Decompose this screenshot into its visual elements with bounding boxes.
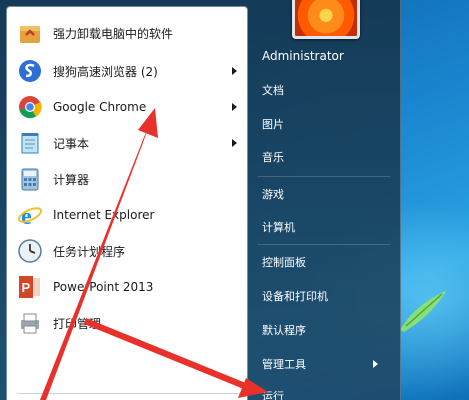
program-item-task-scheduler[interactable]: 任务计划程序 — [11, 233, 243, 269]
right-item-admin-tools[interactable]: 管理工具 — [254, 350, 394, 378]
programs-separator — [17, 393, 241, 394]
uninstall-box-icon — [15, 18, 45, 48]
right-item-label: 游戏 — [262, 188, 284, 201]
right-item-computer[interactable]: 计算机 — [254, 213, 394, 241]
user-picture-flower-icon[interactable] — [292, 0, 360, 39]
right-item-label: 文档 — [262, 84, 284, 97]
right-item-label: 控制面板 — [262, 256, 306, 269]
internet-explorer-icon: e — [15, 200, 45, 230]
right-item-label: 计算机 — [262, 221, 295, 234]
program-item-powerpoint[interactable]: P PowerPoint 2013 — [11, 269, 243, 305]
program-item-sogou-browser[interactable]: 搜狗高速浏览器 (2) — [11, 53, 243, 89]
right-item-devices-printers[interactable]: 设备和打印机 — [254, 282, 394, 310]
right-pane-divider — [258, 244, 390, 245]
chrome-icon — [15, 92, 45, 122]
right-item-label: 运行 — [262, 390, 284, 400]
right-item-label: 图片 — [262, 118, 284, 131]
program-label: 强力卸载电脑中的软件 — [53, 26, 174, 41]
right-item-run[interactable]: 运行 — [254, 382, 394, 400]
wallpaper-leaf-icon — [400, 290, 447, 332]
program-label: 任务计划程序 — [53, 244, 126, 259]
program-item-internet-explorer[interactable]: e Internet Explorer — [11, 197, 243, 233]
programs-pane: 强力卸载电脑中的软件 搜狗高速浏览器 (2) Google Chrome 记事本… — [6, 6, 248, 400]
right-item-pictures[interactable]: 图片 — [254, 110, 394, 138]
powerpoint-icon: P — [15, 272, 45, 302]
right-item-default-programs[interactable]: 默认程序 — [254, 316, 394, 344]
submenu-arrow-icon — [232, 103, 237, 111]
right-item-music[interactable]: 音乐 — [254, 143, 394, 171]
program-label: PowerPoint 2013 — [53, 280, 154, 294]
submenu-arrow-icon — [373, 360, 378, 368]
user-name-label: Administrator — [262, 49, 344, 63]
right-item-administrator[interactable]: Administrator — [254, 42, 394, 70]
start-menu: 强力卸载电脑中的软件 搜狗高速浏览器 (2) Google Chrome 记事本… — [0, 0, 401, 400]
right-item-label: 设备和打印机 — [262, 290, 328, 303]
program-label: 打印管理 — [53, 316, 102, 331]
notepad-icon — [15, 128, 45, 158]
sogou-browser-icon — [15, 56, 45, 86]
program-item-calculator[interactable]: 计算器 — [11, 161, 243, 197]
right-item-label: 音乐 — [262, 151, 284, 164]
program-item-print-management[interactable]: 打印管理 — [11, 305, 243, 341]
task-scheduler-icon — [15, 236, 45, 266]
svg-text:e: e — [21, 204, 32, 228]
program-label: 记事本 — [53, 136, 90, 151]
program-label: 计算器 — [53, 172, 90, 187]
program-label: Google Chrome — [53, 100, 147, 114]
submenu-arrow-icon — [232, 67, 237, 75]
program-item-google-chrome[interactable]: Google Chrome — [11, 89, 243, 125]
program-label: 搜狗高速浏览器 (2) — [53, 64, 158, 79]
calculator-icon — [15, 164, 45, 194]
right-pane-divider — [258, 176, 390, 177]
program-item-notepad[interactable]: 记事本 — [11, 125, 243, 161]
right-item-documents[interactable]: 文档 — [254, 76, 394, 104]
right-item-control-panel[interactable]: 控制面板 — [254, 248, 394, 276]
right-item-label: 默认程序 — [262, 324, 306, 337]
right-item-games[interactable]: 游戏 — [254, 180, 394, 208]
program-item-uninstall[interactable]: 强力卸载电脑中的软件 — [11, 15, 243, 51]
submenu-arrow-icon — [232, 139, 237, 147]
print-management-icon — [15, 308, 45, 338]
right-item-label: 管理工具 — [262, 358, 306, 371]
program-label: Internet Explorer — [53, 208, 155, 222]
svg-text:P: P — [22, 280, 31, 295]
